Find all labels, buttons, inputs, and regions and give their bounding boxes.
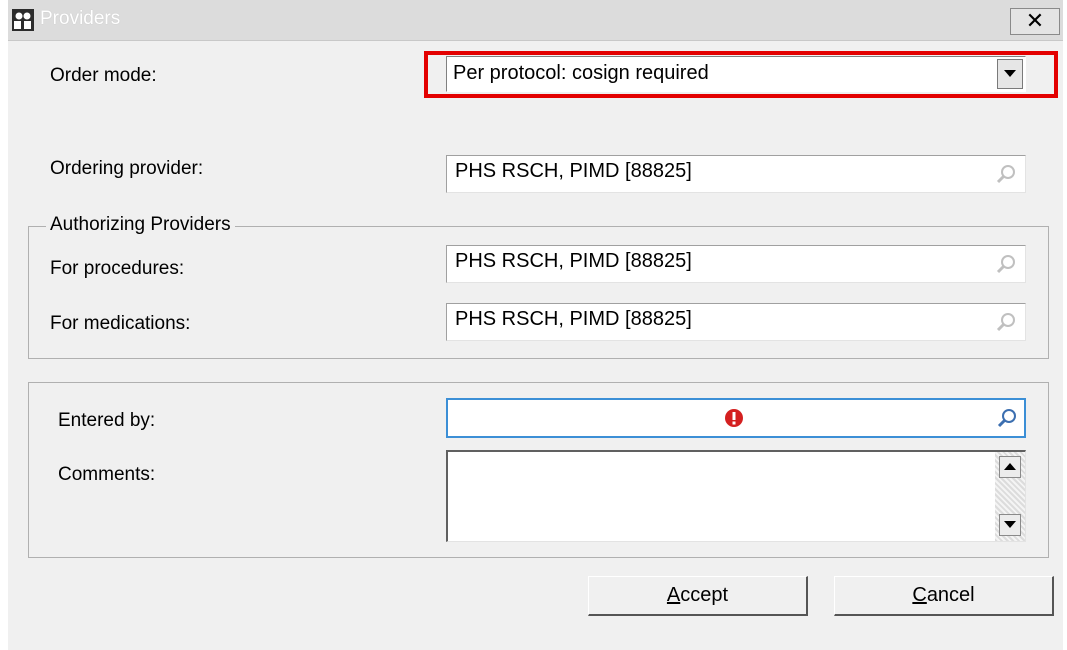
- cancel-label: ancel: [926, 584, 975, 606]
- for-medications-field[interactable]: PHS RSCH, PIMD [88825]: [446, 303, 1026, 341]
- chevron-down-icon: [1004, 521, 1016, 528]
- comments-textarea[interactable]: [446, 450, 1026, 542]
- entered-by-label: Entered by:: [58, 410, 156, 431]
- search-icon[interactable]: [996, 407, 1018, 429]
- title-bar: Providers ✕: [8, 0, 1063, 41]
- accept-label: ccept: [680, 584, 729, 606]
- error-icon: [725, 409, 743, 427]
- entered-by-field[interactable]: [446, 398, 1026, 438]
- order-mode-label: Order mode:: [50, 65, 157, 86]
- for-procedures-label: For procedures:: [50, 258, 185, 279]
- comments-label: Comments:: [58, 464, 156, 485]
- comments-scrollbar[interactable]: [995, 452, 1025, 541]
- ordering-provider-field[interactable]: PHS RSCH, PIMD [88825]: [446, 155, 1026, 193]
- ordering-provider-value: PHS RSCH, PIMD [88825]: [455, 160, 692, 182]
- close-button[interactable]: ✕: [1010, 8, 1060, 35]
- authorizing-providers-title: Authorizing Providers: [46, 214, 235, 236]
- scroll-up-button[interactable]: [999, 456, 1021, 478]
- accept-mnemonic: A: [666, 584, 681, 606]
- accept-button[interactable]: Accept: [588, 576, 808, 616]
- chevron-up-icon: [1004, 463, 1016, 470]
- cancel-button[interactable]: Cancel: [834, 576, 1054, 616]
- search-icon[interactable]: [995, 163, 1017, 185]
- for-medications-value: PHS RSCH, PIMD [88825]: [455, 308, 692, 330]
- highlight-box: [424, 51, 1058, 98]
- for-procedures-field[interactable]: PHS RSCH, PIMD [88825]: [446, 245, 1026, 283]
- search-icon[interactable]: [995, 311, 1017, 333]
- for-procedures-value: PHS RSCH, PIMD [88825]: [455, 250, 692, 272]
- close-icon: ✕: [1025, 8, 1045, 33]
- ordering-provider-label: Ordering provider:: [50, 158, 204, 179]
- scroll-down-button[interactable]: [999, 514, 1021, 536]
- window-title: Providers: [40, 8, 121, 29]
- search-icon[interactable]: [995, 253, 1017, 275]
- for-medications-label: For medications:: [50, 313, 191, 334]
- providers-dialog: Providers ✕ Order mode: Per protocol: co…: [8, 0, 1063, 650]
- providers-app-icon: [12, 9, 34, 31]
- cancel-mnemonic: C: [912, 584, 927, 606]
